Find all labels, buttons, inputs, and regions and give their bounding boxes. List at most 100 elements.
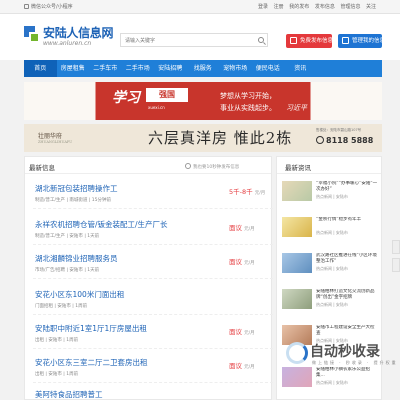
watermark-sub: 做上链接 · 秒收录 · 提升权重 (312, 360, 398, 365)
news-item[interactable]: “金秋行情”稳步有年丰 热点新闻 | 安陆市 (282, 215, 378, 241)
item-title[interactable]: 安花小区东100米门面出租 (35, 289, 124, 300)
item-price: 面议 元/月 (229, 328, 255, 336)
edit-icon (290, 37, 297, 44)
nav-item-news[interactable]: 资讯 (284, 60, 317, 77)
item-meta: 制造/普工/生产 | 南城街道 | 15分钟前 (35, 198, 112, 203)
watermark: 自动秒收录 做上链接 · 秒收录 · 提升权重 (286, 340, 396, 368)
top-bar: 微信公众号/小程序 登录 注册 我的发布 发布信息 管理信息 关注 (0, 0, 400, 14)
news-item[interactable]: 武汉路社区推进在线“小区环境整治工作” 热点新闻 | 安陆市 (282, 251, 378, 277)
item-title[interactable]: 安花小区东三室二厅二卫套房出租 (35, 357, 148, 368)
float-top-button[interactable] (392, 258, 400, 272)
item-title[interactable]: 安陆职中附近1室1厅1厅房屋出租 (35, 323, 147, 334)
list-item[interactable]: 美阿特食品招聘普工 (33, 385, 273, 400)
news-thumbnail (282, 253, 312, 273)
post-info-button[interactable]: 免费发布信息 (286, 34, 333, 48)
list-item[interactable]: 永祥农机招聘仓管/钣金装配工/生产厂长 制造/普工/生产 | 安陆市 | 1天前… (33, 215, 273, 245)
latest-news-header: 最新资讯 (277, 157, 381, 174)
news-thumbnail (282, 367, 312, 387)
banner-slogan-1: 梦想从学习开始， (220, 92, 276, 100)
watermark-text: 自动秒收录 (310, 344, 380, 360)
manage-info-link[interactable]: 管理信息 (340, 4, 360, 10)
real-estate-banner[interactable]: 壮丽华府 ZHUANGLIHUAFU 六层真洋房 惟此2栋 售楼处：安陆市碧山路1… (24, 124, 382, 152)
nav-item-jobs[interactable]: 安陆招聘 (154, 60, 187, 77)
list-item[interactable]: 安花小区东三室二厅二卫套房出租 出租 | 安陆市 | 1周前 面议 元/月 (33, 353, 273, 383)
list-item[interactable]: 湖北湘麟锦业招聘服务员 市场/广告/招聘 | 安陆市 | 1天前 面议 元/月 (33, 249, 273, 279)
logo-url: www.anluren.cn (43, 40, 92, 47)
nav-item-pets[interactable]: 宠物市场 (219, 60, 252, 77)
list-item[interactable]: 安花小区东100米门面出租 门面招租 | 安陆市 | 1周前 (33, 285, 273, 315)
news-thumbnail (282, 289, 312, 309)
news-title[interactable]: 安陆柏林小镇农家乐公益招集... (316, 367, 378, 379)
item-title[interactable]: 美阿特食品招聘普工 (35, 389, 103, 400)
item-price: 面议 元/月 (229, 224, 255, 232)
watermark-logo-icon (286, 342, 308, 364)
quick-post-link[interactable]: 我也要10秒钟发布信息 (185, 163, 239, 170)
site-logo[interactable]: 安陆人信息网 www.anluren.cn (24, 24, 120, 52)
manage-icon (342, 37, 349, 44)
logo-mark-icon (24, 26, 40, 44)
nav-item-second-hand[interactable]: 二手市场 (122, 60, 155, 77)
nav-item-services[interactable]: 找服务 (187, 60, 220, 77)
search-icon[interactable] (258, 37, 264, 43)
estate-slogan: 六层真洋房 惟此2栋 (148, 129, 293, 147)
top-links: 登录 注册 我的发布 发布信息 管理信息 关注 (258, 3, 380, 10)
panel-title: 最新信息 (29, 164, 55, 172)
item-meta: 出租 | 安陆市 | 1周前 (35, 372, 79, 377)
news-meta: 热点新闻 | 安陆市 (316, 380, 348, 385)
manage-info-button[interactable]: 管理我的信息 (338, 34, 385, 48)
item-price: 5千-8千 元/月 (229, 188, 266, 196)
side-title: 最新资讯 (285, 164, 311, 172)
login-link[interactable]: 登录 (258, 4, 268, 10)
news-title[interactable]: 安陆市工程建设安全生产大检查 (316, 325, 378, 337)
news-title[interactable]: 安陆柏林打造文化交流创新品牌“创出”金字招牌 (316, 289, 378, 301)
item-title[interactable]: 永祥农机招聘仓管/钣金装配工/生产厂长 (35, 219, 168, 230)
register-link[interactable]: 注册 (274, 4, 284, 10)
news-item[interactable]: 安陆柏林打造文化交流创新品牌“创出”金字招牌 热点新闻 | 安陆市 (282, 287, 378, 313)
news-meta: 热点新闻 | 安陆市 (316, 302, 348, 307)
post-info-link[interactable]: 发布信息 (315, 4, 335, 10)
search-box (120, 33, 268, 47)
news-meta: 热点新闻 | 安陆市 (316, 194, 348, 199)
news-item[interactable]: “幸福小院”“办事暖心”安陆“一次办好” 热点新闻 | 安陆市 (282, 179, 378, 205)
banner-signature: 习近平 (286, 104, 307, 112)
search-input[interactable] (125, 36, 253, 45)
banner-brand: 学习 (112, 90, 140, 106)
banner-slogan-2: 事业从实践起步。 (220, 104, 276, 112)
item-title[interactable]: 湖北湘麟锦业招聘服务员 (35, 253, 118, 264)
news-meta: 热点新闻 | 安陆市 (316, 230, 348, 235)
my-posts-link[interactable]: 我的发布 (289, 4, 309, 10)
news-meta: 热点新闻 | 安陆市 (316, 266, 348, 271)
follow-link[interactable]: 关注 (366, 4, 376, 10)
list-item[interactable]: 湖北新冠包装招聘操作工 制造/普工/生产 | 南城街道 | 15分钟前 5千-8… (33, 179, 273, 209)
item-price: 面议 元/月 (229, 362, 255, 370)
banner-background (24, 82, 382, 120)
item-meta: 出租 | 安陆市 | 1周前 (35, 338, 79, 343)
news-item[interactable]: 安陆柏林小镇农家乐公益招集... 热点新闻 | 安陆市 (282, 365, 378, 391)
nav-item-home[interactable]: 首页 (24, 60, 57, 77)
main-nav: 首页 房屋租售 二手车市 二手市场 安陆招聘 找服务 宠物市场 便民电话 资讯 (24, 60, 382, 77)
estate-address: 售楼处：安陆市碧山路107号 (316, 128, 362, 132)
list-item[interactable]: 安陆职中附近1室1厅1厅房屋出租 出租 | 安陆市 | 1周前 面议 元/月 (33, 319, 273, 349)
banner-brand-url: xuexi.cn (148, 105, 165, 110)
wechat-link[interactable]: 微信公众号/小程序 (24, 3, 73, 10)
news-thumbnail (282, 217, 312, 237)
logo-name: 安陆人信息网 (43, 26, 114, 40)
news-title[interactable]: “金秋行情”稳步有年丰 (316, 217, 378, 223)
nav-item-housing[interactable]: 房屋租售 (57, 60, 90, 77)
news-thumbnail (282, 181, 312, 201)
header: 安陆人信息网 www.anluren.cn 免费发布信息 管理我的信息 (0, 14, 400, 60)
nav-item-used-cars[interactable]: 二手车市 (89, 60, 122, 77)
banner-brand-box: 强国 (146, 88, 188, 102)
item-meta: 门面招租 | 安陆市 | 1周前 (35, 304, 88, 309)
nav-item-phonebook[interactable]: 便民电话 (252, 60, 285, 77)
float-qr-button[interactable] (392, 240, 400, 254)
item-price: 面议 元/月 (229, 258, 255, 266)
news-title[interactable]: “幸福小院”“办事暖心”安陆“一次办好” (316, 181, 378, 193)
estate-logo: 壮丽华府 ZHUANGLIHUAFU (38, 133, 73, 144)
news-title[interactable]: 武汉路社区推进在线“小区环境整治工作” (316, 253, 378, 265)
item-meta: 制造/普工/生产 | 安陆市 | 1天前 (35, 234, 100, 239)
item-meta: 市场/广告/招聘 | 安陆市 | 1天前 (35, 268, 100, 273)
xuexi-banner[interactable]: 学习 强国 xuexi.cn 梦想从学习开始， 事业从实践起步。 习近平 (24, 82, 382, 120)
item-title[interactable]: 湖北新冠包装招聘操作工 (35, 183, 118, 194)
estate-phone: 8118 5888 (316, 136, 373, 145)
